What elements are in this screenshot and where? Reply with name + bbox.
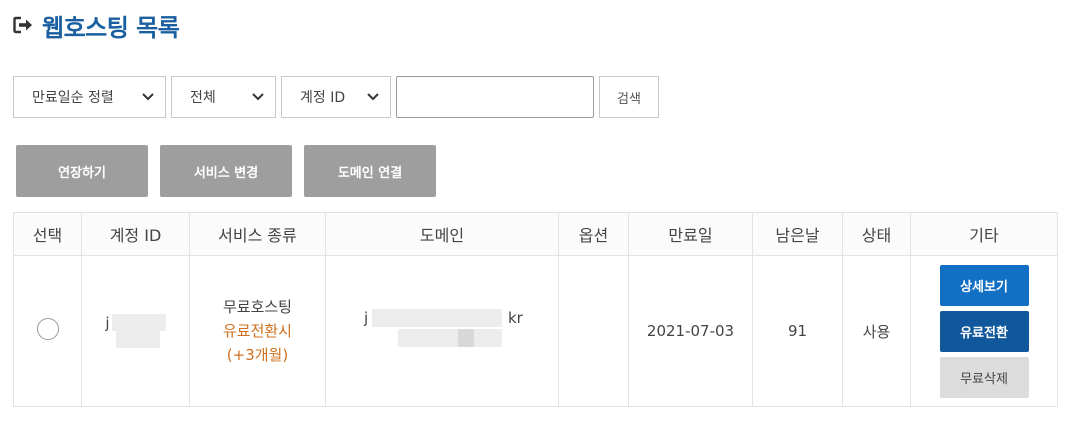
- account-id: j: [105, 314, 110, 332]
- search-input[interactable]: [396, 76, 594, 118]
- expiry-cell: 2021-07-03: [628, 255, 753, 407]
- extend-button[interactable]: 연장하기: [16, 145, 148, 197]
- row-radio[interactable]: [36, 318, 59, 340]
- search-field-select[interactable]: 계정 ID: [281, 76, 391, 118]
- search-button[interactable]: 검색: [599, 76, 659, 118]
- change-service-button[interactable]: 서비스 변경: [160, 145, 292, 197]
- delete-free-button[interactable]: 무료삭제: [939, 356, 1029, 398]
- page-header: 웹호스팅 목록: [12, 8, 180, 42]
- hosting-table: 선택 계정 ID 서비스 종류 도메인 옵션 만료일 남은날 상태 기타 j 무…: [13, 212, 1058, 407]
- page-title: 웹호스팅 목록: [42, 13, 180, 42]
- service-note: 유료전환시: [222, 322, 292, 340]
- column-header: 만료일: [628, 212, 753, 256]
- table-row: j 무료호스팅 유료전환시 (+3개월) j kr 2021-07-03 91 …: [13, 255, 1058, 407]
- scope-select-value: 전체: [190, 90, 216, 106]
- column-header: 서비스 종류: [189, 212, 326, 256]
- service-extra: (+3개월): [226, 346, 289, 364]
- action-bar: 연장하기 서비스 변경 도메인 연결: [16, 145, 436, 197]
- select-cell: [13, 255, 82, 407]
- chevron-down-icon: [366, 90, 380, 104]
- column-header: 선택: [13, 212, 82, 256]
- account-id-cell: j: [81, 255, 190, 407]
- chevron-down-icon: [251, 90, 265, 104]
- status-cell: 사용: [842, 255, 911, 407]
- logout-arrow-icon: [12, 14, 34, 36]
- domain-cell: j kr: [325, 255, 559, 407]
- column-header: 계정 ID: [81, 212, 190, 256]
- domain-suffix: kr: [508, 309, 523, 327]
- scope-select[interactable]: 전체: [171, 76, 276, 118]
- detail-button[interactable]: 상세보기: [939, 264, 1029, 306]
- domain-prefix: j: [364, 309, 369, 327]
- column-header: 상태: [842, 212, 911, 256]
- service-type-cell: 무료호스팅 유료전환시 (+3개월): [189, 255, 326, 407]
- etc-cell: 상세보기 유료전환 무료삭제: [910, 255, 1058, 407]
- days-left-cell: 91: [752, 255, 843, 407]
- column-header: 남은날: [752, 212, 843, 256]
- connect-domain-button[interactable]: 도메인 연결: [304, 145, 436, 197]
- sort-select-value: 만료일순 정렬: [32, 90, 114, 106]
- table-header-row: 선택 계정 ID 서비스 종류 도메인 옵션 만료일 남은날 상태 기타: [13, 212, 1058, 256]
- service-type: 무료호스팅: [222, 298, 292, 316]
- domain: j kr: [362, 309, 523, 349]
- filter-bar: 만료일순 정렬 전체 계정 ID 검색: [13, 76, 659, 118]
- convert-paid-button[interactable]: 유료전환: [939, 310, 1029, 352]
- option-cell: [558, 255, 629, 407]
- column-header: 도메인: [325, 212, 559, 256]
- column-header: 옵션: [558, 212, 629, 256]
- sort-select[interactable]: 만료일순 정렬: [13, 76, 166, 118]
- search-field-select-value: 계정 ID: [300, 90, 346, 106]
- redacted-block: [111, 314, 166, 348]
- column-header: 기타: [910, 212, 1058, 256]
- chevron-down-icon: [141, 90, 155, 104]
